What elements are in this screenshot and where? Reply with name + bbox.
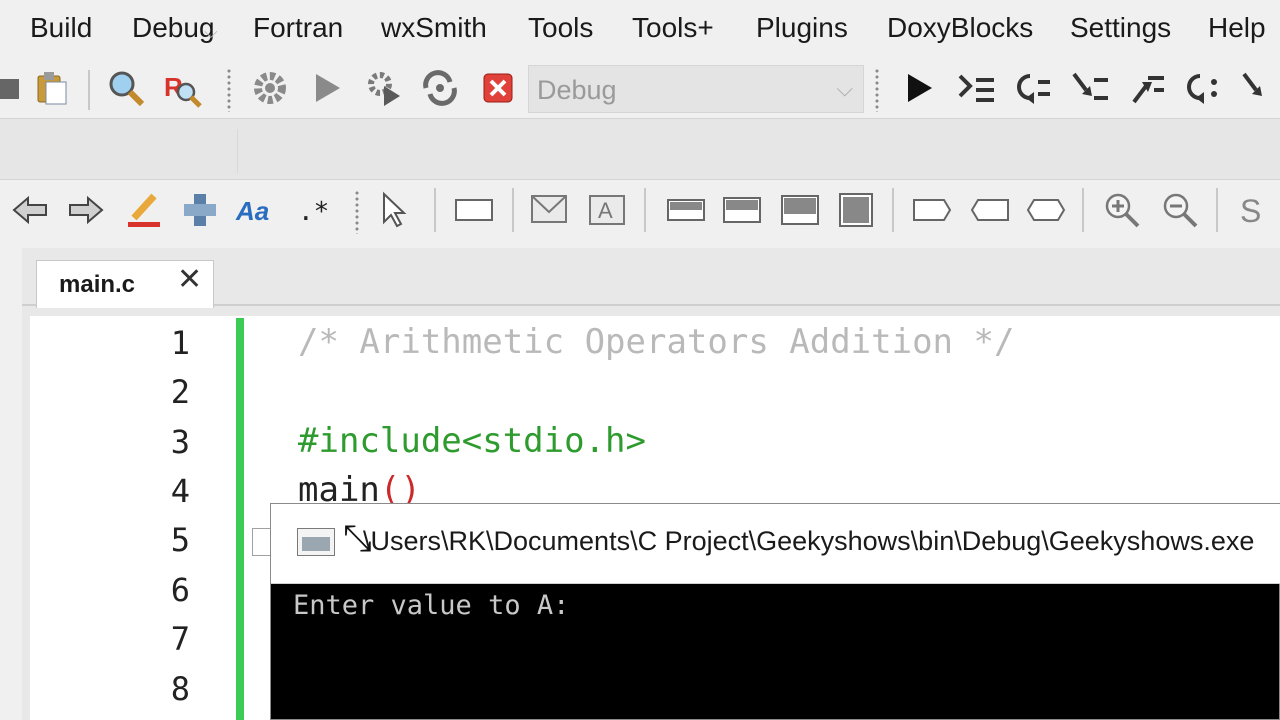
step-into-icon[interactable]	[1068, 66, 1112, 110]
step-into-instruction-icon[interactable]	[1236, 66, 1280, 110]
menu-doxyblocks[interactable]: DoxyBlocks	[887, 12, 1033, 44]
paste-icon[interactable]	[30, 66, 74, 110]
menu-bar: Build Debug Fortran wxSmith Tools Tools+…	[0, 0, 1280, 62]
forward-icon[interactable]	[64, 188, 108, 232]
editor-toolbar: Aa .* A S	[0, 180, 1280, 242]
run-to-cursor-icon[interactable]	[954, 66, 998, 110]
close-icon[interactable]: ✕	[177, 265, 202, 295]
partial-icon[interactable]	[0, 66, 30, 110]
step-out-icon[interactable]	[1124, 66, 1168, 110]
line-number: 7	[170, 620, 190, 658]
shape-2-icon[interactable]	[968, 188, 1012, 232]
chevron-down-icon: ⌵	[836, 76, 853, 101]
shape-3-icon[interactable]	[1024, 188, 1068, 232]
build-target-select[interactable]: Debug ⌵	[528, 65, 864, 113]
separator	[88, 70, 90, 110]
line-number: 2	[170, 373, 190, 411]
code-line-include: #include<stdio.h>	[298, 421, 646, 461]
rebuild-icon[interactable]	[418, 66, 462, 110]
zoom-out-icon[interactable]	[1158, 188, 1202, 232]
build-target-value: Debug	[537, 75, 617, 105]
next-line-icon[interactable]	[1010, 66, 1054, 110]
console-app-icon	[297, 528, 335, 556]
line-number: 8	[170, 670, 190, 708]
separator	[644, 188, 646, 232]
svg-text:A: A	[598, 198, 613, 223]
svg-text:S: S	[1240, 193, 1261, 229]
debug-run-icon[interactable]	[896, 66, 940, 110]
svg-text:.*: .*	[298, 197, 329, 227]
shape-1-icon[interactable]	[910, 188, 954, 232]
code-line-comment: /* Arithmetic Operators Addition */	[298, 322, 1015, 362]
settings-build-icon[interactable]	[248, 66, 292, 110]
toolbar-grip[interactable]	[354, 190, 360, 234]
replace-icon[interactable]: R	[160, 66, 204, 110]
code-completion-toolbar	[0, 118, 1280, 180]
console-title-bar[interactable]: \Users\RK\Documents\C Project\Geekyshows…	[271, 504, 1280, 584]
select-icon[interactable]	[372, 188, 416, 232]
block-1-icon[interactable]	[664, 188, 708, 232]
find-icon[interactable]	[104, 66, 148, 110]
menu-plugins[interactable]: Plugins	[756, 12, 848, 44]
separator	[892, 188, 894, 232]
menu-debug[interactable]: Debug	[132, 12, 215, 44]
svg-text:Aa: Aa	[235, 196, 269, 226]
separator	[434, 188, 436, 232]
block-2-icon[interactable]	[720, 188, 764, 232]
menu-tools[interactable]: Tools	[528, 12, 593, 44]
run-icon[interactable]	[304, 66, 348, 110]
text-box-icon[interactable]: A	[586, 188, 630, 232]
back-icon[interactable]	[8, 188, 52, 232]
separator	[512, 188, 514, 232]
block-4-icon[interactable]	[834, 188, 878, 232]
console-title: \Users\RK\Documents\C Project\Geekyshows…	[363, 526, 1255, 556]
separator	[1216, 188, 1218, 232]
chevron-down-icon: ⌵	[204, 22, 218, 42]
menu-tools-plus[interactable]: Tools+	[632, 12, 714, 44]
menu-settings[interactable]: Settings	[1070, 12, 1171, 44]
next-instruction-icon[interactable]	[1180, 66, 1224, 110]
menu-fortran[interactable]: Fortran	[253, 12, 343, 44]
resize-cursor-icon: ⤡	[343, 517, 372, 558]
rect-icon[interactable]	[452, 188, 496, 232]
menu-help[interactable]: Help	[1208, 12, 1266, 44]
tab-main-c[interactable]: main.c ✕	[36, 260, 214, 308]
match-case-icon[interactable]: Aa	[234, 188, 278, 232]
menu-wxsmith[interactable]: wxSmith	[381, 12, 487, 44]
zoom-in-icon[interactable]	[1100, 188, 1144, 232]
toolbar-grip[interactable]	[874, 68, 880, 112]
toolbar-grip[interactable]	[226, 68, 232, 112]
block-3-icon[interactable]	[778, 188, 822, 232]
highlight-icon[interactable]	[122, 188, 166, 232]
line-number: 4	[170, 472, 190, 510]
line-number: 1	[170, 324, 190, 362]
line-number: 6	[170, 571, 190, 609]
tab-label: main.c	[59, 271, 136, 298]
menu-build[interactable]: Build	[30, 12, 92, 44]
console-window[interactable]: \Users\RK\Documents\C Project\Geekyshows…	[270, 503, 1280, 720]
build-and-run-icon[interactable]	[362, 66, 406, 110]
line-number: 3	[170, 423, 190, 461]
console-output: Enter value to A:	[293, 590, 570, 621]
regex-icon[interactable]: .*	[292, 188, 336, 232]
separator	[1082, 188, 1084, 232]
email-box-icon[interactable]	[528, 188, 572, 232]
change-marker-bar	[236, 318, 244, 720]
abort-icon[interactable]	[476, 66, 520, 110]
line-number: 5	[170, 521, 190, 559]
tool-icon[interactable]	[178, 188, 222, 232]
line-number-gutter	[30, 316, 236, 720]
s-icon[interactable]: S	[1232, 188, 1276, 232]
scope-select[interactable]	[0, 129, 238, 173]
